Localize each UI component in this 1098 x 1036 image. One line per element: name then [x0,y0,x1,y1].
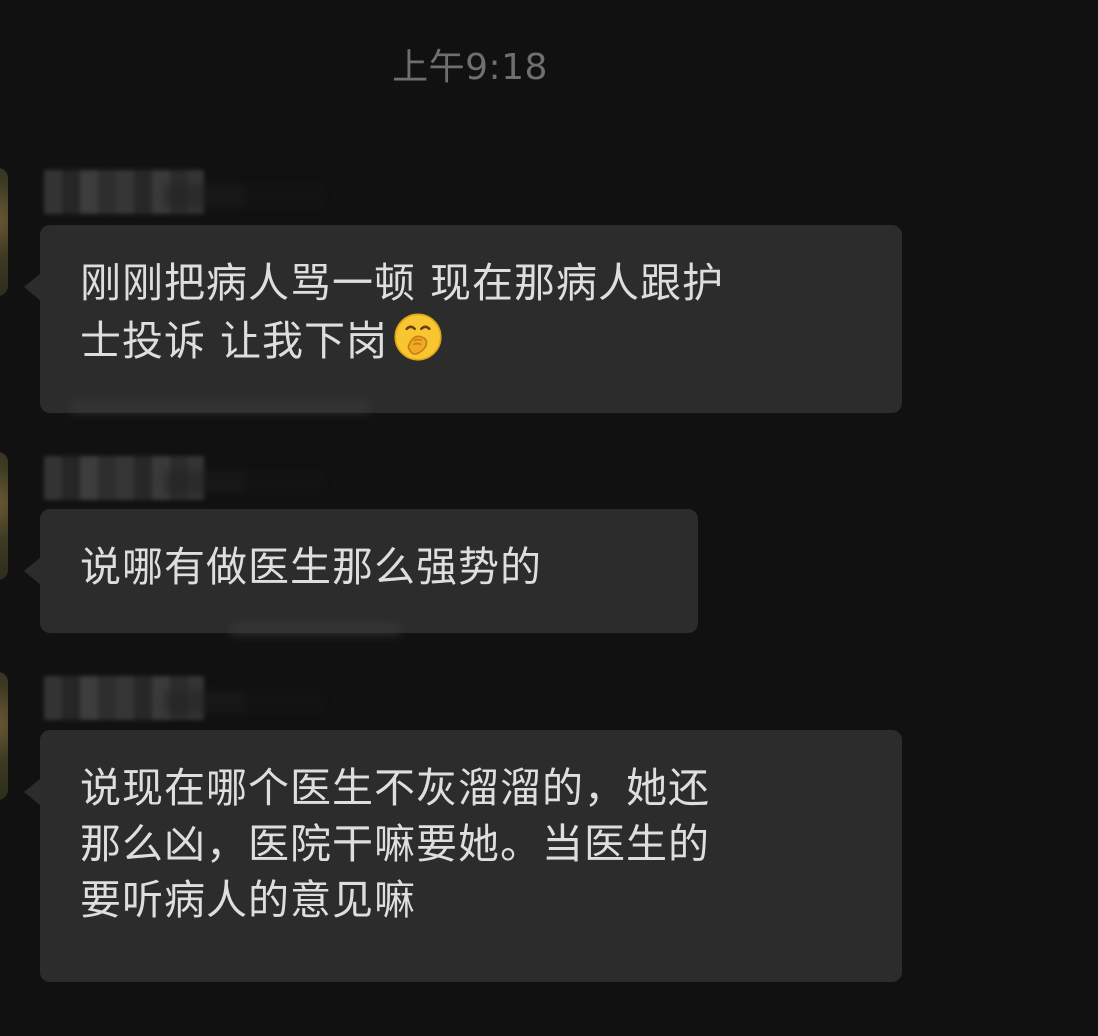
sender-name-blurred [44,676,204,720]
message-bubble[interactable]: 说现在哪个医生不灰溜溜的，她还 那么凶，医院干嘛要她。当医生的 要听病人的意见嘛 [24,730,902,982]
message-text-segment: 士投诉 让我下岗 [80,317,389,365]
message-timestamp: 上午9:18 [392,47,548,88]
message-text-line: 刚刚把病人骂一顿 现在那病人跟护 [80,259,725,307]
avatar[interactable] [0,168,8,296]
sender-name-blurred [44,170,204,214]
message-text-line: 士投诉 让我下岗 [80,311,864,369]
message-text-line: 说哪有做医生那么强势的 [80,543,542,591]
blur-smudge [70,400,370,414]
message-text-line: 说现在哪个医生不灰溜溜的，她还 [80,764,710,812]
message-bubble[interactable]: 刚刚把病人骂一顿 现在那病人跟护 士投诉 让我下岗 [24,225,902,413]
message-text-line: 要听病人的意见嘛 [80,876,416,924]
sender-name-blurred [44,456,204,500]
message-bubble[interactable]: 说哪有做医生那么强势的 [24,509,698,633]
hand-over-mouth-emoji [394,313,442,361]
avatar[interactable] [0,672,8,800]
message-text-line: 那么凶，医院干嘛要她。当医生的 [80,820,710,868]
avatar[interactable] [0,452,8,580]
blur-smudge [230,622,400,636]
